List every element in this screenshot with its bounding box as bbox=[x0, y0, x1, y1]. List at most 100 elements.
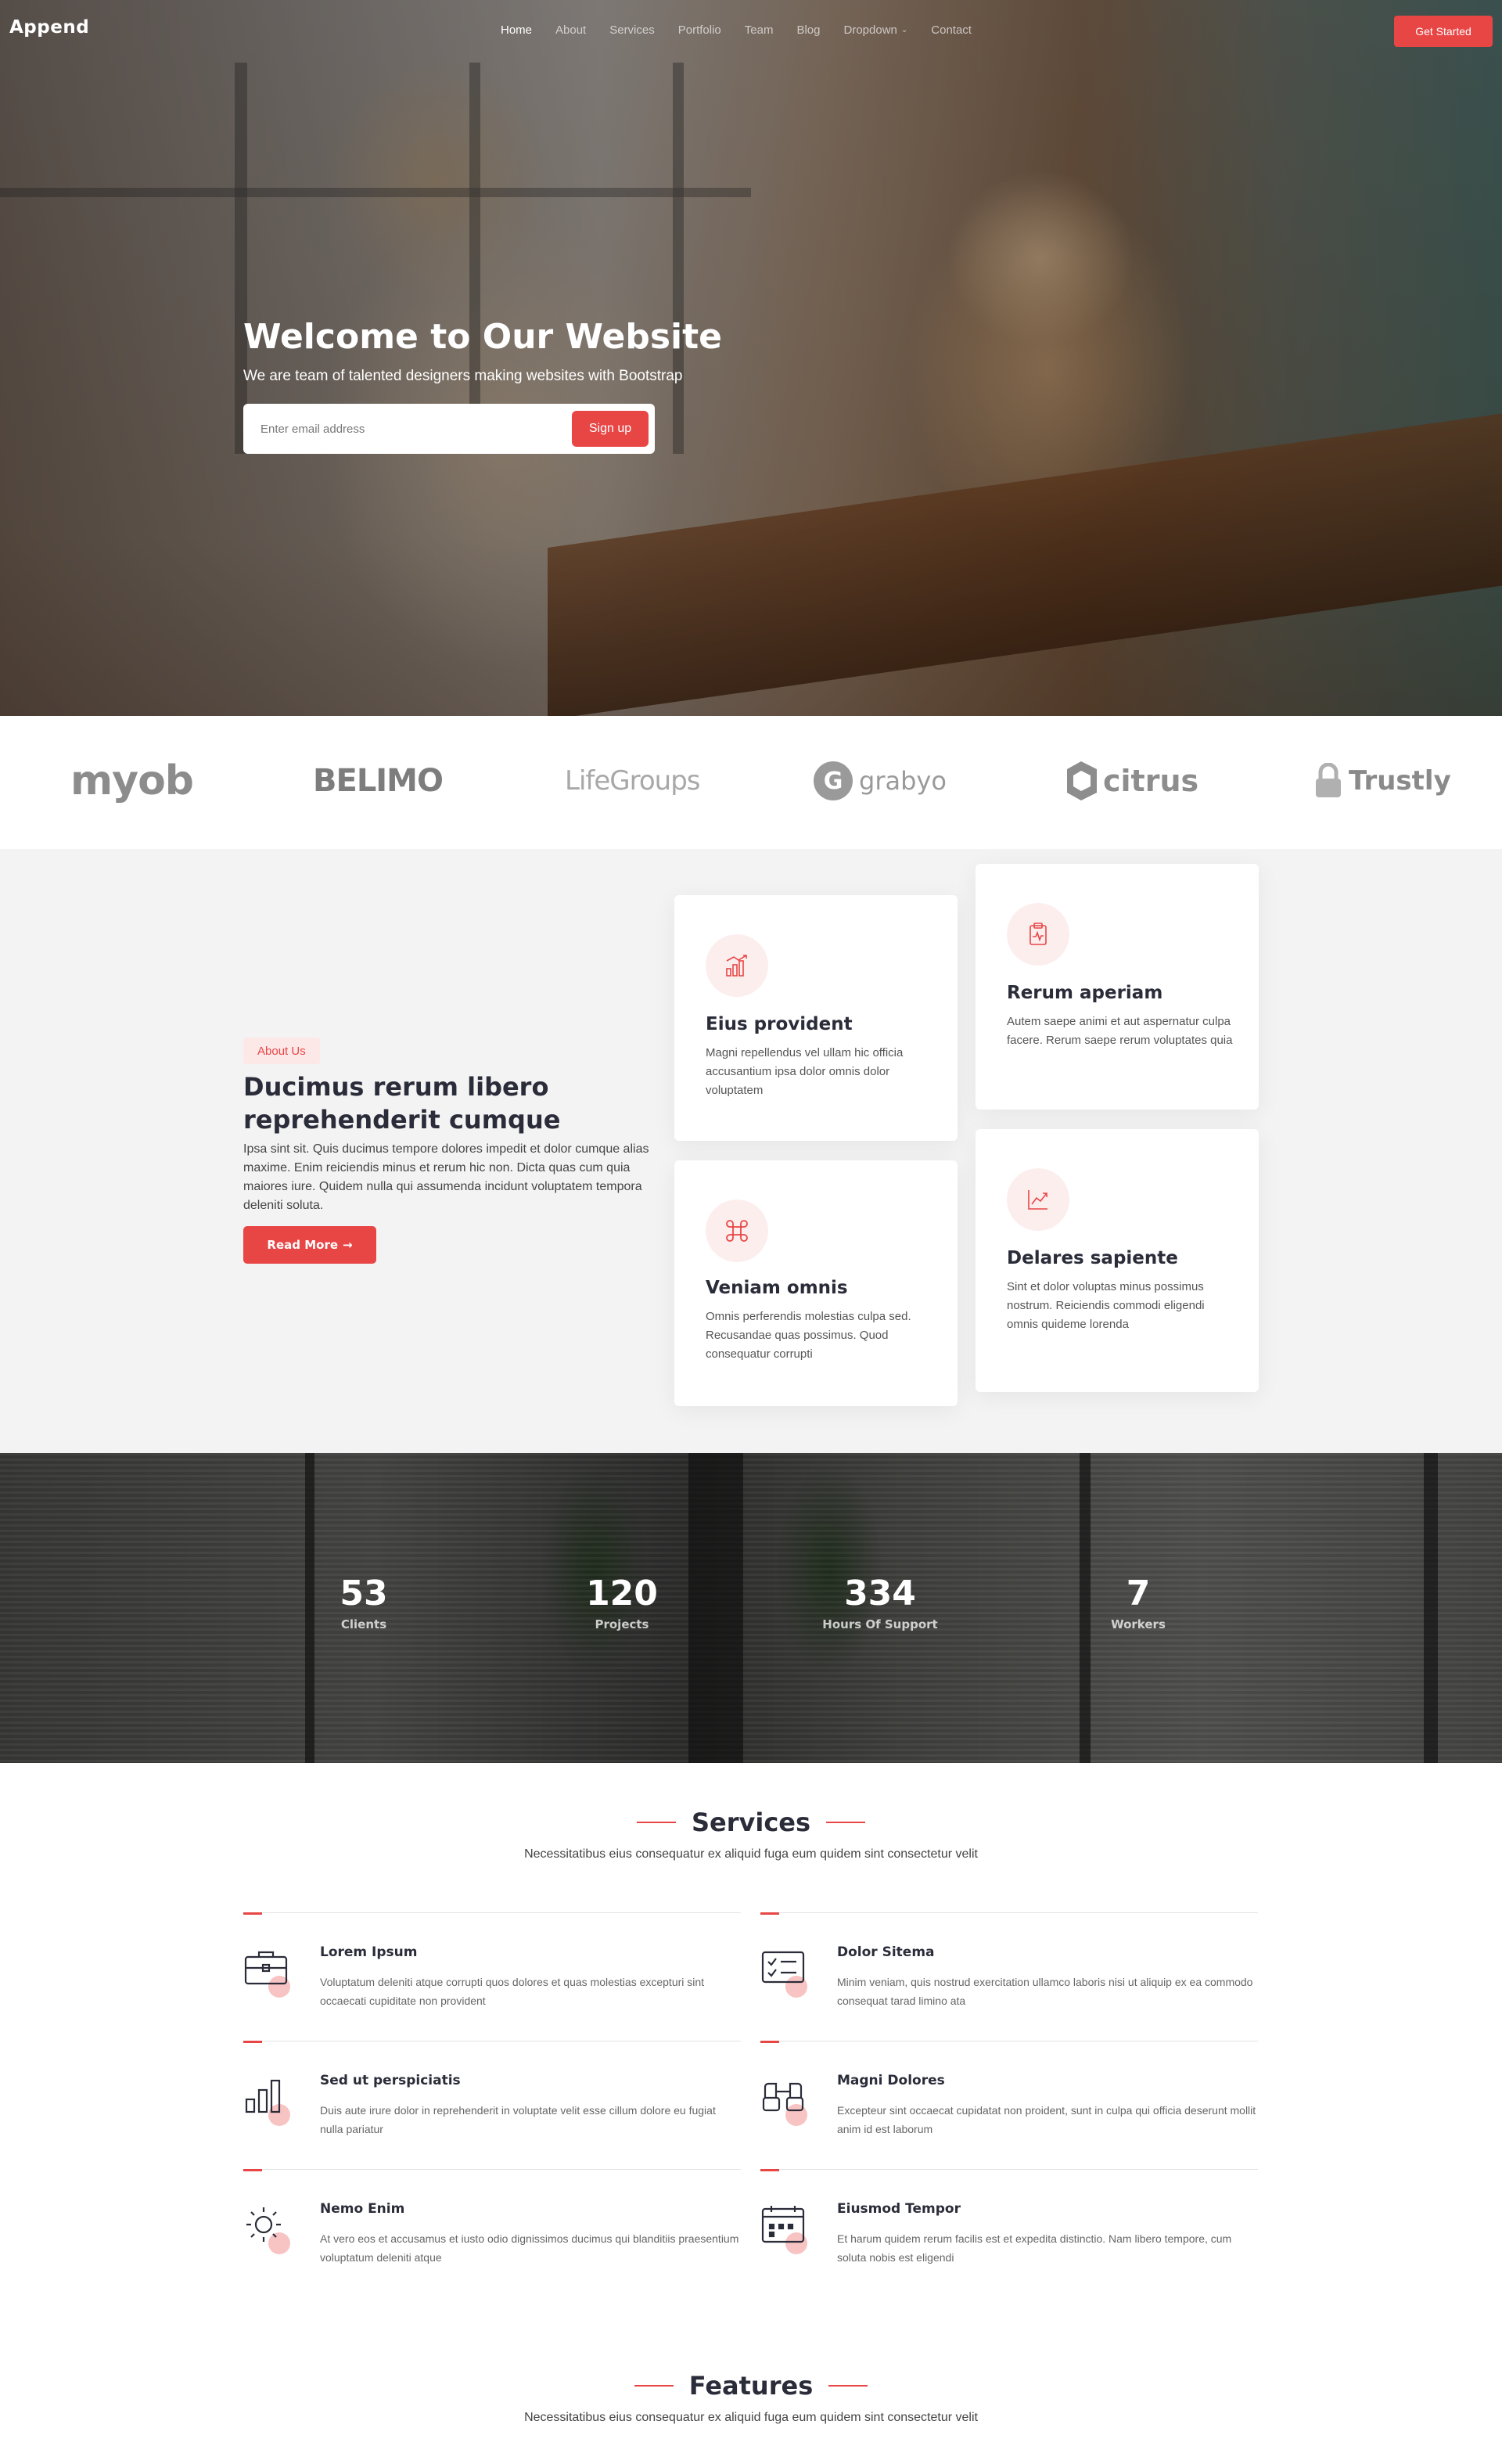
service-title: Lorem Ipsum bbox=[320, 1944, 418, 1960]
client-name: BELIMO bbox=[313, 763, 444, 799]
title-line-right bbox=[826, 1822, 866, 1823]
about-section: About Us Ducimus rerum libero reprehende… bbox=[0, 849, 1502, 1453]
nav-label: Portfolio bbox=[677, 23, 721, 37]
card-text: Magni repellendus vel ullam hic officia … bbox=[706, 1046, 904, 1097]
service-text: Excepteur sint occaecat cupidatat non pr… bbox=[837, 2104, 1256, 2135]
hero-overlay bbox=[0, 0, 1502, 716]
count-value: 53 bbox=[340, 1574, 388, 1613]
card-title: Delares sapiente bbox=[1007, 1248, 1178, 1268]
client-name: citrus bbox=[1103, 764, 1199, 798]
card-text: Sint et dolor voluptas minus possimus no… bbox=[1007, 1280, 1205, 1331]
title-line-left bbox=[636, 1822, 676, 1823]
client-logo-lifegroups[interactable]: LifeGroups bbox=[565, 754, 701, 808]
service-accent bbox=[243, 1912, 262, 1915]
nav-about[interactable]: About bbox=[555, 23, 586, 37]
signup-button[interactable]: Sign up bbox=[572, 411, 649, 447]
client-name: Trustly bbox=[1349, 765, 1451, 797]
citrus-logo-icon bbox=[1067, 761, 1097, 800]
read-more-button[interactable]: Read More → bbox=[243, 1226, 376, 1264]
service-accent bbox=[243, 2169, 262, 2171]
service-accent bbox=[760, 2041, 779, 2043]
nav-label: Blog bbox=[796, 23, 821, 37]
nav-label: Home bbox=[501, 23, 533, 37]
about-badge: About Us bbox=[243, 1038, 320, 1064]
card-title: Eius provident bbox=[706, 1014, 853, 1034]
count-hours: 334 Hours Of Support bbox=[802, 1574, 958, 1631]
count-clients: 53 Clients bbox=[286, 1574, 442, 1631]
hero-subtitle: We are team of talented designers making… bbox=[243, 368, 683, 384]
trustly-logo-icon bbox=[1316, 763, 1341, 797]
about-title: Ducimus rerum libero reprehenderit cumqu… bbox=[243, 1072, 561, 1135]
services-heading: Services bbox=[0, 1808, 1502, 1837]
grabyo-logo-icon: G bbox=[814, 761, 853, 800]
graph-up-icon bbox=[1007, 1168, 1069, 1231]
arrow-right-icon: → bbox=[343, 1238, 353, 1252]
count-label: Projects bbox=[595, 1617, 649, 1631]
about-card-rerum-aperiam: Rerum aperiam Autem saepe animi et aut a… bbox=[976, 864, 1259, 1110]
client-name: grabyo bbox=[859, 766, 947, 796]
nav-home[interactable]: Home bbox=[501, 23, 532, 37]
nav-dropdown[interactable]: Dropdown ⌄ bbox=[844, 23, 908, 37]
card-text: Autem saepe animi et aut aspernatur culp… bbox=[1007, 1015, 1233, 1047]
count-workers: 7 Workers bbox=[1060, 1574, 1216, 1631]
card-checklist-icon bbox=[760, 1948, 810, 1998]
nav-contact[interactable]: Contact bbox=[931, 23, 972, 37]
count-label: Workers bbox=[1111, 1617, 1166, 1631]
service-title: Magni Dolores bbox=[837, 2073, 945, 2088]
site-logo[interactable]: Append bbox=[9, 17, 89, 38]
client-logo-belimo[interactable]: BELIMO bbox=[313, 754, 444, 808]
about-card-eius-provident: Eius provident Magni repellendus vel ull… bbox=[674, 895, 958, 1141]
email-input[interactable] bbox=[261, 422, 572, 436]
count-label: Clients bbox=[340, 1617, 387, 1631]
service-title: Sed ut perspiciatis bbox=[320, 2073, 461, 2088]
client-logo-grabyo[interactable]: G grabyo bbox=[814, 754, 947, 808]
service-dolor-sitema: Dolor Sitema Minim veniam, quis nostrud … bbox=[760, 1912, 1258, 2041]
service-text: At vero eos et accusamus et iusto odio d… bbox=[320, 2232, 739, 2264]
nav-services[interactable]: Services bbox=[609, 23, 655, 37]
service-text: Voluptatum deleniti atque corrupti quos … bbox=[320, 1976, 705, 2007]
calendar-icon bbox=[760, 2204, 810, 2254]
card-title: Veniam omnis bbox=[706, 1278, 848, 1298]
get-started-button[interactable]: Get Started bbox=[1394, 16, 1493, 47]
hero-section: Welcome to Our Website We are team of ta… bbox=[0, 0, 1502, 716]
binoculars-icon bbox=[760, 2076, 810, 2126]
count-value: 334 bbox=[844, 1574, 916, 1613]
nav-blog[interactable]: Blog bbox=[796, 23, 820, 37]
command-icon bbox=[706, 1200, 768, 1262]
chevron-down-icon: ⌄ bbox=[900, 26, 908, 34]
nav-label: Team bbox=[744, 23, 774, 37]
features-heading: Features bbox=[0, 2371, 1502, 2401]
service-sed-ut: Sed ut perspiciatis Duis aute irure dolo… bbox=[243, 2041, 741, 2169]
service-text: Duis aute irure dolor in reprehenderit i… bbox=[320, 2104, 716, 2135]
client-logo-citrus[interactable]: citrus bbox=[1067, 754, 1198, 808]
nav-team[interactable]: Team bbox=[745, 23, 774, 37]
nav-portfolio[interactable]: Portfolio bbox=[678, 23, 721, 37]
service-accent bbox=[760, 2169, 779, 2171]
title-line-left bbox=[634, 2385, 674, 2387]
brightness-icon bbox=[243, 2204, 293, 2254]
site-header: Append Home About Services Portfolio Tea… bbox=[0, 0, 1502, 63]
card-text: Omnis perferendis molestias culpa sed. R… bbox=[706, 1310, 911, 1361]
client-name: myob bbox=[70, 757, 194, 804]
clipboard-pulse-icon bbox=[1007, 903, 1069, 966]
card-title: Rerum aperiam bbox=[1007, 983, 1163, 1003]
client-logo-myob[interactable]: myob bbox=[70, 754, 194, 808]
count-value: 120 bbox=[586, 1574, 658, 1613]
service-title: Dolor Sitema bbox=[837, 1944, 935, 1960]
clients-section: myob BELIMO LifeGroups G grabyo citrus T… bbox=[0, 716, 1502, 849]
nav-label: Services bbox=[609, 23, 655, 37]
read-more-label: Read More bbox=[267, 1238, 339, 1252]
counts-section: 53 Clients 120 Projects 334 Hours Of Sup… bbox=[0, 1453, 1502, 1763]
service-accent bbox=[243, 2041, 262, 2043]
nav-label: About bbox=[555, 23, 587, 37]
client-logo-trustly[interactable]: Trustly bbox=[1314, 754, 1451, 808]
count-label: Hours Of Support bbox=[822, 1617, 938, 1631]
services-subtitle: Necessitatibus eius consequatur ex aliqu… bbox=[524, 1847, 978, 1861]
service-title: Eiusmod Tempor bbox=[837, 2201, 961, 2217]
hero-title: Welcome to Our Website bbox=[243, 317, 722, 357]
title-line-right bbox=[828, 2385, 868, 2387]
features-subtitle: Necessitatibus eius consequatur ex aliqu… bbox=[524, 2411, 978, 2424]
bar-chart-icon bbox=[706, 934, 768, 997]
features-title: Features bbox=[688, 2371, 814, 2401]
bar-chart-icon bbox=[243, 2076, 293, 2126]
